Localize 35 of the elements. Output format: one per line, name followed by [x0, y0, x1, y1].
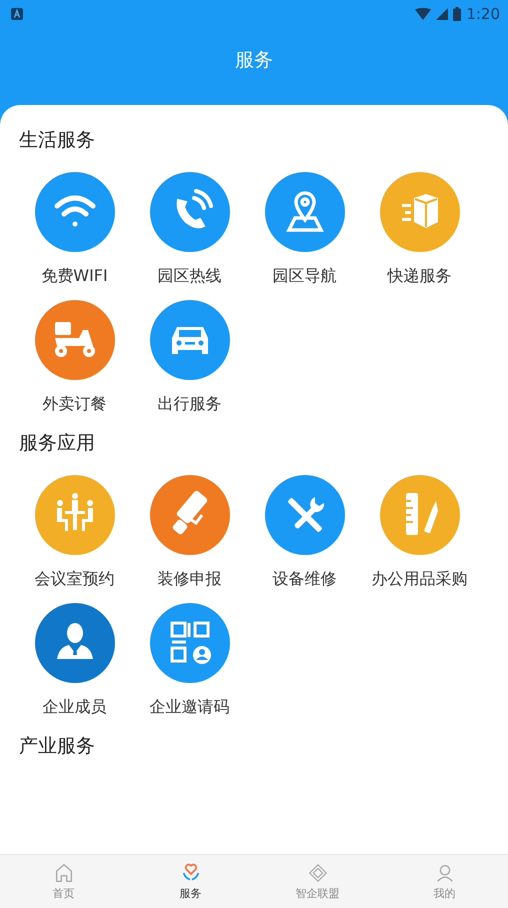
page-title: 服务 [235, 48, 273, 72]
service-label[interactable]: 园区导航 [272, 266, 336, 286]
wifi-icon[interactable] [34, 172, 114, 252]
qr-icon[interactable] [150, 603, 230, 683]
service-label[interactable]: 快递服务 [388, 266, 452, 286]
cell-signal-icon [436, 8, 448, 20]
section-title: 生活服务 [19, 128, 96, 153]
phone-icon[interactable] [150, 172, 230, 252]
wifi-signal-icon [415, 8, 432, 20]
service-label[interactable]: 园区热线 [158, 266, 222, 286]
roller-icon[interactable] [150, 475, 230, 555]
service-label[interactable]: 设备维修 [272, 569, 336, 589]
parcel-icon[interactable] [380, 172, 460, 252]
service-label[interactable]: 企业成员 [42, 697, 106, 717]
car-icon[interactable] [150, 300, 230, 380]
ruler-icon[interactable] [380, 475, 460, 555]
scooter-icon[interactable] [34, 300, 114, 380]
meeting-icon[interactable] [34, 475, 114, 555]
service-label[interactable]: 外卖订餐 [42, 394, 106, 414]
service-label[interactable]: 出行服务 [158, 394, 222, 414]
notification-icon [11, 8, 23, 20]
service-label[interactable]: 企业邀请码 [150, 697, 230, 717]
section-title: 服务应用 [19, 431, 96, 456]
tools-icon[interactable] [264, 475, 344, 555]
nav-tab[interactable]: 服务 [127, 855, 254, 908]
service-label[interactable]: 免费WIFI [41, 266, 108, 286]
map-icon[interactable] [264, 172, 344, 252]
service-label[interactable]: 会议室预约 [34, 569, 114, 589]
section-title: 产业服务 [19, 734, 96, 759]
service-label[interactable]: 办公用品采购 [372, 569, 468, 589]
service-label[interactable]: 装修申报 [158, 569, 222, 589]
person-icon[interactable] [34, 603, 114, 683]
battery-icon [453, 7, 462, 21]
status-time: 1:20 [466, 5, 500, 23]
diamond-icon [306, 862, 328, 884]
